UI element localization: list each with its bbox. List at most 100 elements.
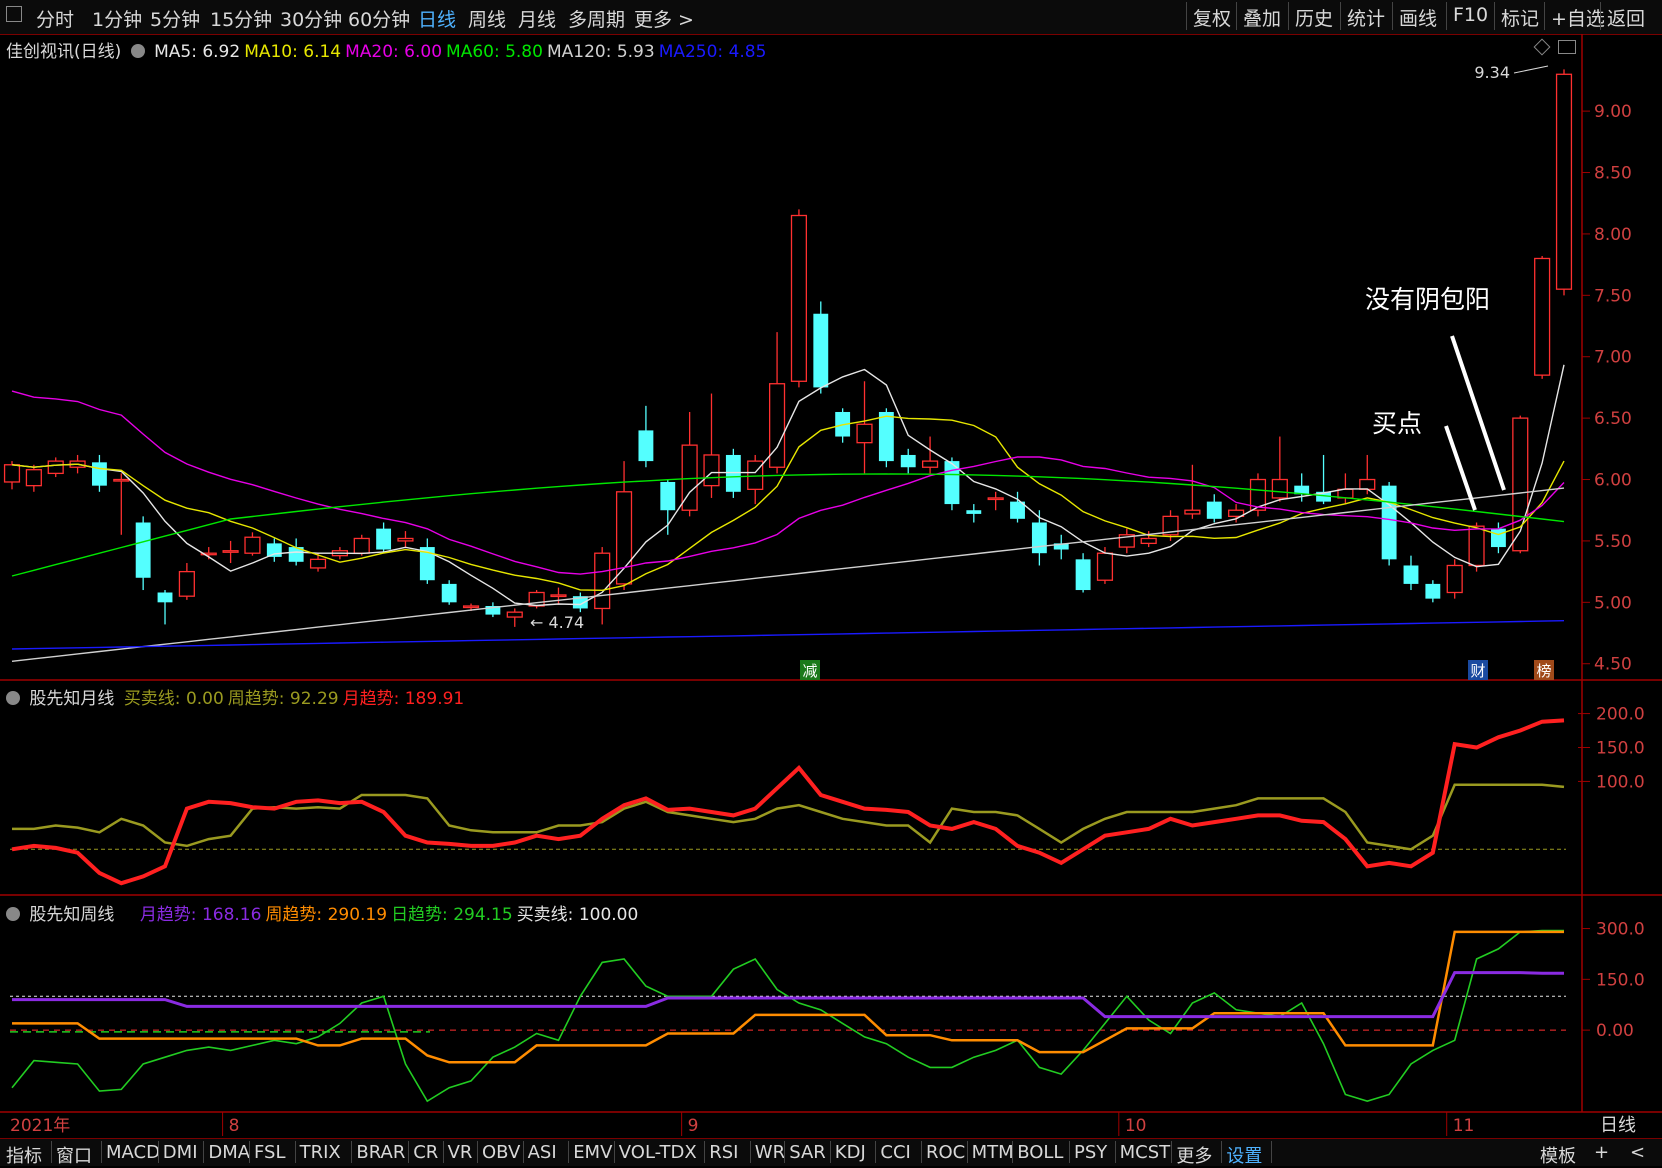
indicator-tab-10[interactable]: OBV: [482, 1142, 520, 1163]
candle-body: [157, 592, 173, 603]
candle-body: [1425, 583, 1441, 599]
candle-body: [1206, 501, 1222, 519]
indicator-tab-0[interactable]: 指标: [6, 1142, 42, 1168]
price-axis-label: 5.00: [1594, 593, 1632, 613]
indicator-tab-16[interactable]: SAR: [789, 1142, 826, 1163]
candle-body: [1381, 485, 1397, 560]
price-axis-label: 8.50: [1594, 164, 1632, 184]
indicator-tab-18[interactable]: CCI: [880, 1142, 910, 1163]
indicator-tab-2[interactable]: MACD: [106, 1142, 160, 1163]
price-low-label: ← 4.74: [530, 613, 584, 632]
indicator-tab-13[interactable]: VOL-TDX: [619, 1142, 697, 1163]
bottom-right-button-2[interactable]: <: [1630, 1142, 1645, 1163]
candle-body: [178, 570, 195, 597]
candle-body: [856, 423, 873, 444]
indicator-tab-bar: 指标 窗口 MACD DMI DMA FSL TRIX BRAR CR VR OBV ASI EMV VO…: [0, 1138, 1662, 1168]
candle-body: [703, 454, 720, 487]
bottom-right-button-1[interactable]: +: [1594, 1142, 1609, 1163]
candle-body: [244, 536, 261, 554]
indicator-tab-23[interactable]: MCST: [1120, 1142, 1171, 1163]
annotation-buy-point: 买点: [1372, 409, 1423, 438]
candle-body: [1403, 565, 1419, 584]
indicator-tab-25[interactable]: 设置: [1226, 1142, 1262, 1168]
tab-separator: [921, 1141, 922, 1163]
candle-body: [376, 528, 392, 550]
candle-body: [615, 491, 633, 585]
candle-body: [135, 522, 151, 578]
ind1-axis-label: 150.0: [1596, 739, 1645, 759]
indicator-tab-19[interactable]: ROC: [926, 1142, 965, 1163]
candle-body: [92, 462, 107, 486]
tab-separator: [704, 1141, 706, 1163]
price-high-label: 9.34: [1474, 63, 1510, 82]
candle-body: [790, 214, 808, 382]
tab-separator: [477, 1141, 478, 1163]
tab-separator: [1012, 1141, 1014, 1163]
price-axis-label: 4.50: [1594, 655, 1632, 675]
marker-reduce: 减: [802, 662, 817, 680]
indicator-tab-6[interactable]: TRIX: [300, 1142, 341, 1163]
candle-body: [900, 454, 916, 468]
candle-body: [878, 411, 894, 462]
candle-body: [113, 478, 130, 482]
date-month-label: 8: [229, 1116, 240, 1136]
tab-separator: [784, 1141, 786, 1163]
price-axis-label: 7.50: [1594, 286, 1632, 306]
ind2-axis-label: 300.0: [1596, 920, 1645, 940]
indicator-tab-9[interactable]: VR: [448, 1142, 473, 1163]
indicator-tab-17[interactable]: KDJ: [835, 1142, 866, 1163]
price-axis-label: 5.50: [1594, 532, 1632, 552]
date-month-label: 10: [1125, 1116, 1147, 1136]
candle-body: [725, 454, 741, 492]
kline-chart[interactable]: 9.00 8.50 8.00 7.50 7.00 6.50 6.00 5.50 5.00 4.50…: [0, 0, 1662, 1138]
period-label: 日线: [1600, 1115, 1636, 1136]
tab-separator: [442, 1141, 444, 1163]
candle-body: [550, 594, 567, 598]
candle-body: [266, 543, 282, 557]
candle-body: [638, 430, 654, 462]
price-high-pointer: [1513, 65, 1549, 74]
indicator-tab-8[interactable]: CR: [413, 1142, 438, 1163]
candle-body: [397, 537, 414, 542]
indicator-tab-12[interactable]: EMV: [573, 1142, 612, 1163]
ind2-monthly-trend-line: [12, 971, 1564, 1019]
candle-body: [222, 550, 239, 553]
indicator-tab-21[interactable]: BOLL: [1017, 1142, 1063, 1163]
ind2-axis-label: 150.0: [1596, 970, 1645, 990]
date-month-label: 11: [1453, 1116, 1475, 1136]
price-axis-label: 6.50: [1594, 409, 1632, 429]
indicator-tab-24[interactable]: 更多: [1176, 1142, 1212, 1168]
candle-body: [813, 313, 829, 388]
candle-body: [47, 460, 64, 475]
candle-body: [594, 552, 611, 610]
indicator-tab-20[interactable]: MTM: [972, 1142, 1014, 1163]
indicator-tab-1[interactable]: 窗口: [56, 1142, 92, 1168]
tab-separator: [408, 1141, 410, 1163]
candle-body: [25, 469, 42, 487]
indicator-tab-22[interactable]: PSY: [1074, 1142, 1107, 1163]
indicator-tab-11[interactable]: ASI: [528, 1142, 557, 1163]
tab-separator: [749, 1141, 751, 1163]
candle-body: [768, 383, 786, 468]
price-axis-label: 7.00: [1594, 348, 1632, 368]
indicator-tab-3[interactable]: DMI: [163, 1142, 198, 1163]
tab-separator: [522, 1141, 524, 1163]
tab-separator: [51, 1141, 52, 1163]
bottom-right-button-0[interactable]: 模板: [1540, 1142, 1576, 1168]
indicator-tab-15[interactable]: WR: [755, 1142, 785, 1163]
indicator-tab-4[interactable]: DMA: [208, 1142, 250, 1163]
tab-separator: [101, 1141, 102, 1163]
candle-body: [1031, 522, 1047, 554]
indicator-tab-7[interactable]: BRAR: [356, 1142, 405, 1163]
marker-rank: 榜: [1536, 662, 1551, 680]
candle-body: [1140, 537, 1157, 545]
indicator-tab-5[interactable]: FSL: [254, 1142, 286, 1163]
price-axis-label: 9.00: [1594, 102, 1632, 122]
ind1-axis-label: 200.0: [1596, 705, 1645, 725]
candle-body: [747, 460, 764, 490]
candle-body: [1271, 478, 1288, 499]
tab-separator: [966, 1141, 968, 1163]
price-axis-label: 6.00: [1594, 471, 1632, 491]
indicator-tab-14[interactable]: RSI: [709, 1142, 738, 1163]
candle-body: [922, 460, 939, 468]
